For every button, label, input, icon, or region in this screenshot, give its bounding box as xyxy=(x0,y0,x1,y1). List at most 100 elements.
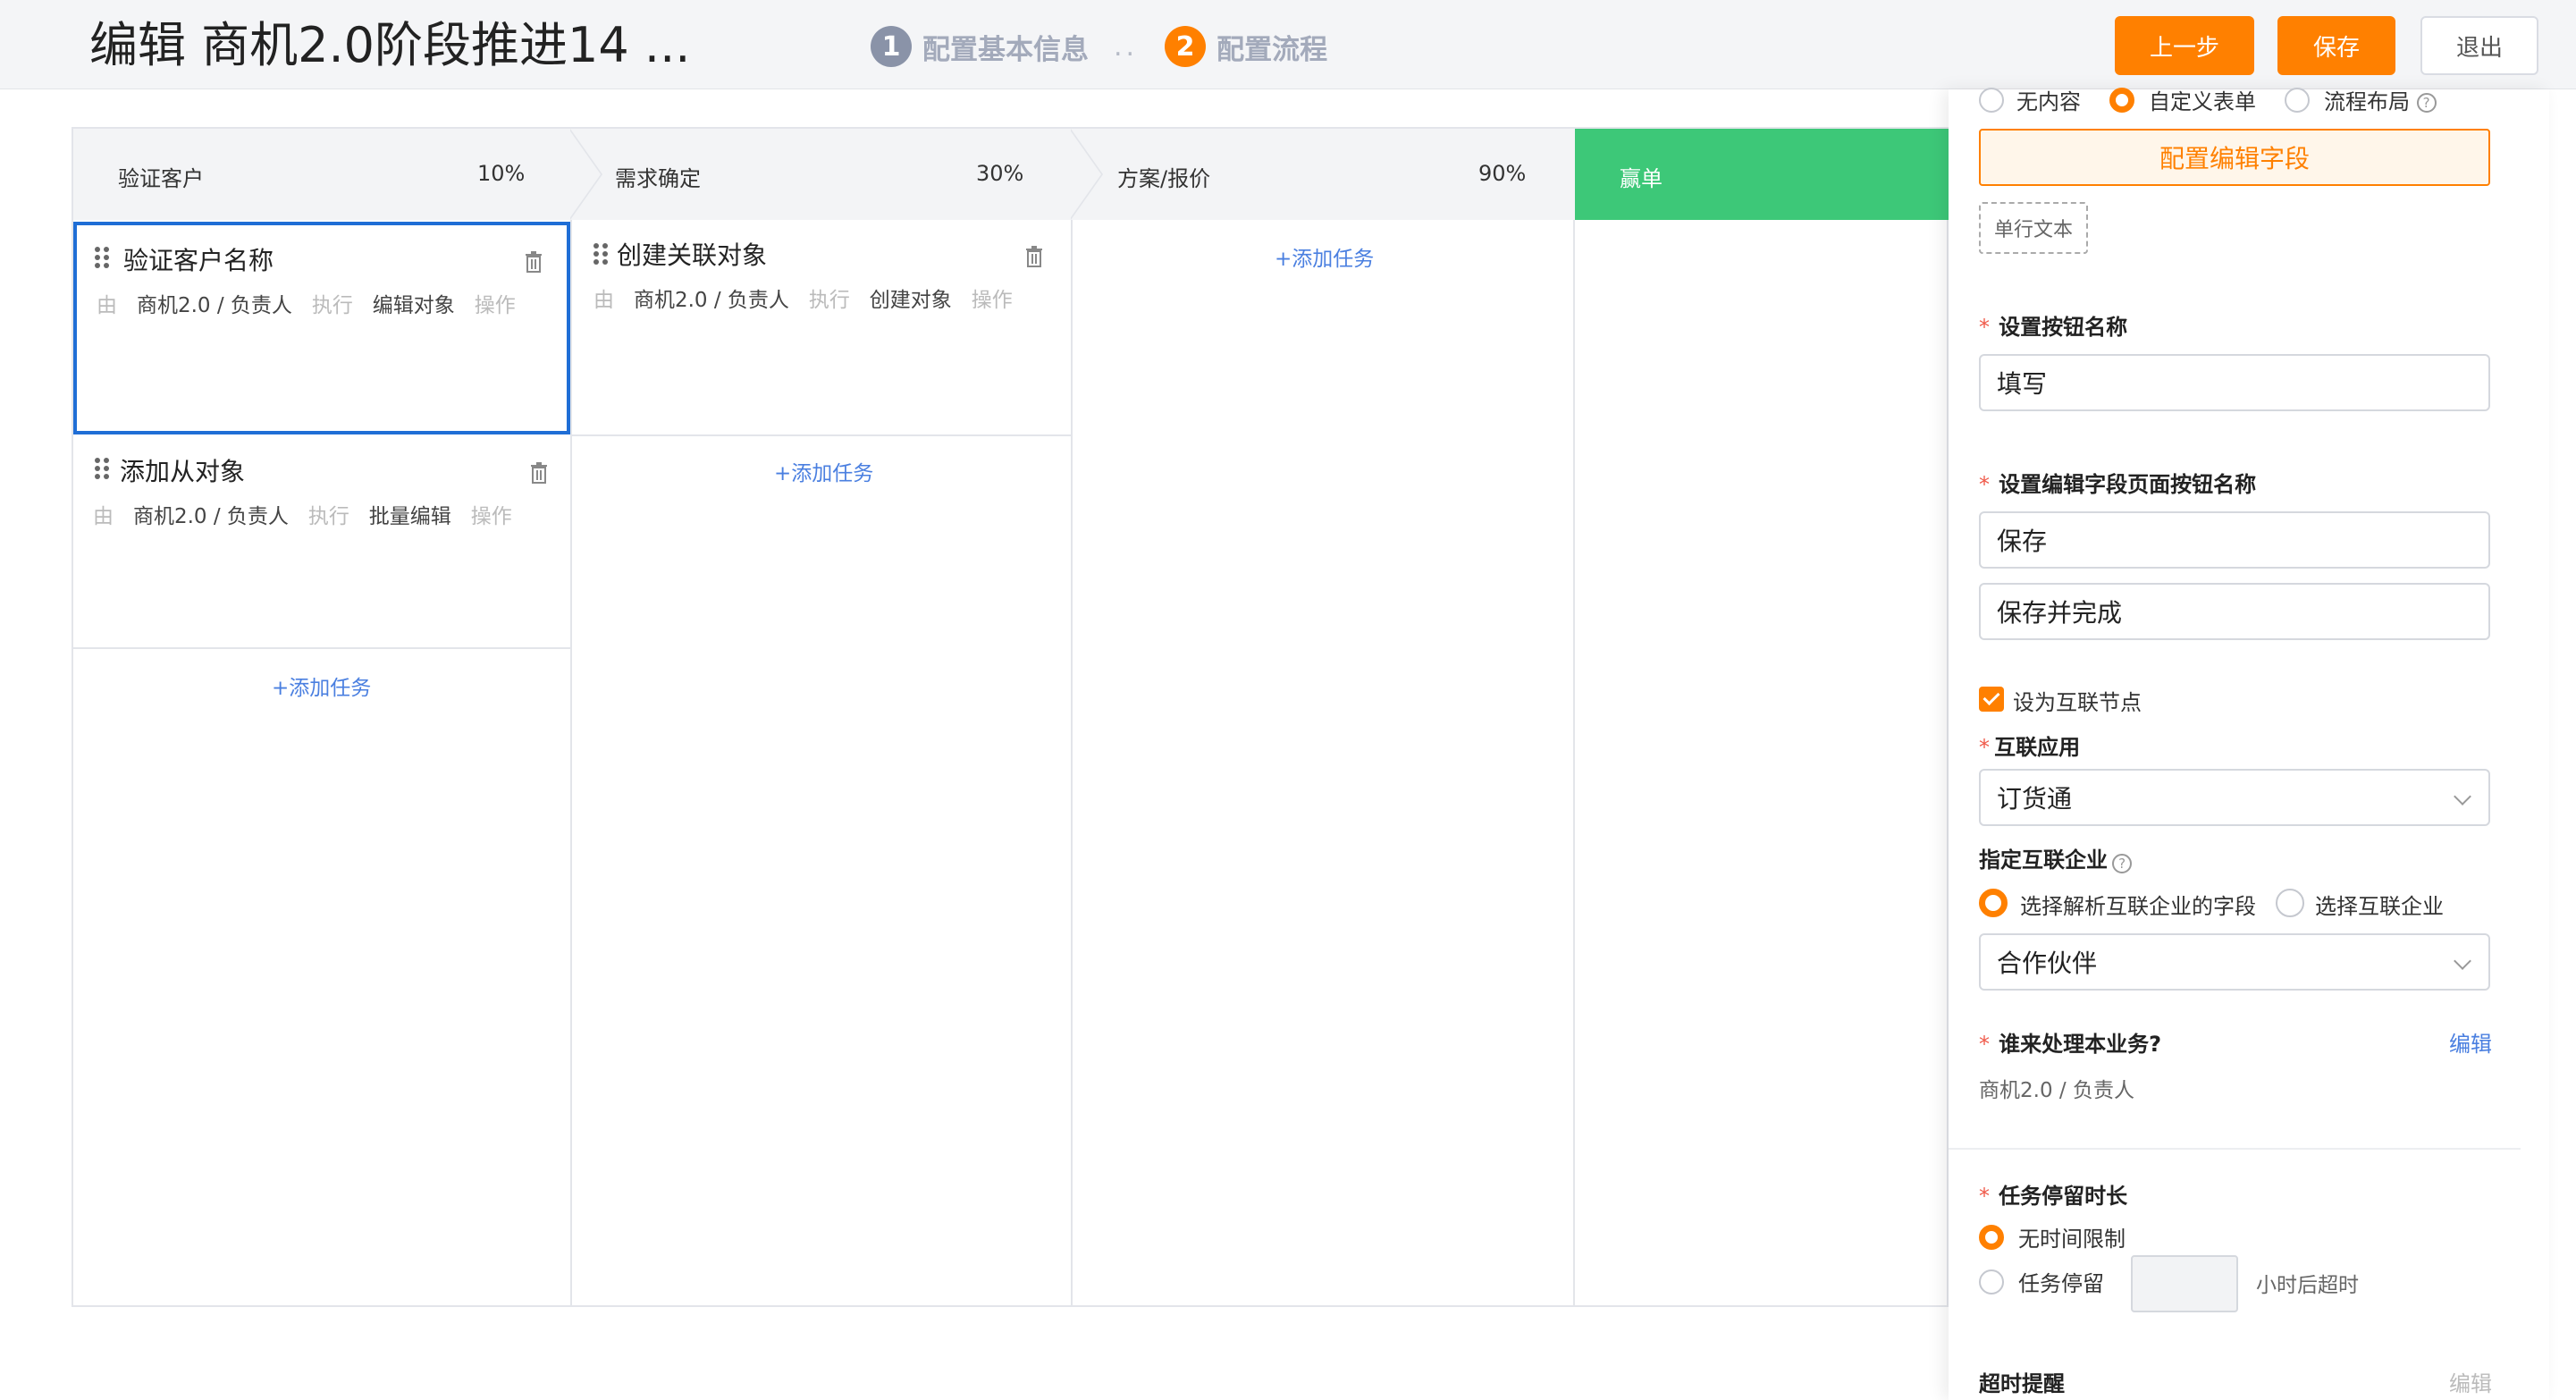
stage-3-percent: 90% xyxy=(1478,161,1527,186)
stage-3-name: 方案/报价 xyxy=(1117,166,1211,191)
step-2-number[interactable]: 2 xyxy=(1165,26,1207,67)
handler-value: 商机2.0 / 负责人 xyxy=(1979,1079,2134,1102)
add-task-link[interactable]: +添加任务 xyxy=(1275,241,1374,272)
required-mark: * xyxy=(1979,1184,1990,1209)
interconnect-app-select[interactable]: 订货通 xyxy=(1979,769,2490,826)
task-action: 编辑对象 xyxy=(372,294,455,317)
handler-edit-link[interactable]: 编辑 xyxy=(2449,1026,2492,1058)
field-tag-single-line-text[interactable]: 单行文本 xyxy=(1979,202,2088,254)
drag-handle-icon[interactable] xyxy=(95,458,111,479)
stage-arrow xyxy=(1069,129,1101,220)
edit-page-buttons-label-row: * 设置编辑字段页面按钮名称 xyxy=(1979,467,2256,498)
exit-button[interactable]: 退出 xyxy=(2420,16,2538,75)
task-by: 由 xyxy=(97,294,117,317)
radio-no-time-limit[interactable] xyxy=(1979,1225,2004,1250)
add-task-link[interactable]: +添加任务 xyxy=(272,670,371,701)
task-title: 添加从对象 xyxy=(120,457,246,486)
radio-task-stay-label: 任务停留 xyxy=(2018,1271,2104,1296)
radio-flow-layout[interactable] xyxy=(2285,88,2310,113)
radio-company-select[interactable] xyxy=(2276,889,2304,917)
chevron-down-icon xyxy=(2454,952,2471,970)
company-field-select[interactable]: 合作伙伴 xyxy=(1979,933,2490,991)
help-icon[interactable]: ? xyxy=(2416,93,2437,113)
prev-step-button[interactable]: 上一步 xyxy=(2115,16,2254,75)
stage-board: 验证客户 10% 需求确定 30% 方案/报价 90% 赢单 验证客户名称 由 … xyxy=(72,127,1950,1307)
drag-handle-icon[interactable] xyxy=(593,243,610,265)
stage-1-name: 验证客户 xyxy=(118,166,204,191)
task-title: 创建关联对象 xyxy=(617,240,768,270)
trash-icon[interactable] xyxy=(1024,245,1044,268)
task-title: 验证客户名称 xyxy=(123,246,274,275)
task-op: 操作 xyxy=(470,505,512,528)
trash-icon[interactable] xyxy=(524,250,543,274)
stage-1-percent: 10% xyxy=(477,161,526,186)
column-divider xyxy=(1573,220,1575,1307)
task-by: 由 xyxy=(93,505,114,528)
timeout-reminder-label: 超时提醒 xyxy=(1979,1371,2065,1396)
help-icon[interactable]: ? xyxy=(2112,853,2133,873)
button-name-label-row: * 设置按钮名称 xyxy=(1979,309,2127,341)
edit-page-buttons-label: 设置编辑字段页面按钮名称 xyxy=(1999,472,2257,497)
config-edit-fields-button[interactable]: 配置编辑字段 xyxy=(1979,129,2490,186)
company-field-value: 合作伙伴 xyxy=(1997,949,2098,978)
stage-2-percent: 30% xyxy=(976,161,1024,186)
task-card-selected[interactable]: 验证客户名称 由 商机2.0 / 负责人 执行 编辑对象 操作 xyxy=(73,222,570,434)
task-card[interactable]: 创建关联对象 由 商机2.0 / 负责人 执行 创建对象 操作 xyxy=(572,222,1071,436)
stay-hours-suffix: 小时后超时 xyxy=(2256,1274,2359,1297)
chevron-down-icon xyxy=(2454,788,2471,805)
interconnect-company-label: 指定互联企业 xyxy=(1979,848,2108,873)
radio-no-content[interactable] xyxy=(1979,88,2004,113)
stay-duration-label-row: * 任务停留时长 xyxy=(1979,1178,2127,1210)
stage-4-name: 赢单 xyxy=(1620,166,1663,191)
task-owner: 商机2.0 / 负责人 xyxy=(132,505,289,528)
edit-page-button-1-input[interactable]: 保存 xyxy=(1979,511,2490,569)
task-meta: 由 商机2.0 / 负责人 执行 创建对象 操作 xyxy=(593,283,1013,313)
stay-hours-input[interactable] xyxy=(2131,1255,2238,1312)
interconnect-app-label-row: * 互联应用 xyxy=(1979,730,2080,761)
radio-custom-form[interactable] xyxy=(2109,88,2134,113)
top-bar: 编辑 商机2.0阶段推进14 ... 1 配置基本信息 .. 2 配置流程 上一… xyxy=(0,0,2576,89)
required-mark: * xyxy=(1979,735,1990,760)
save-button[interactable]: 保存 xyxy=(2277,16,2395,75)
timeout-edit-link[interactable]: 编辑 xyxy=(2449,1366,2492,1397)
radio-company-field-label: 选择解析互联企业的字段 xyxy=(2020,894,2256,919)
task-exec: 执行 xyxy=(307,505,349,528)
radio-flow-layout-label: 流程布局 ? xyxy=(2324,84,2437,115)
add-task-link[interactable]: +添加任务 xyxy=(774,456,873,486)
step-1-number[interactable]: 1 xyxy=(871,26,912,67)
task-exec: 执行 xyxy=(311,294,353,317)
radio-custom-form-label: 自定义表单 xyxy=(2149,89,2256,114)
task-op: 操作 xyxy=(474,294,516,317)
step-indicator: 1 配置基本信息 .. 2 配置流程 xyxy=(871,25,1327,68)
required-mark: * xyxy=(1979,472,1990,497)
divider xyxy=(1949,1148,2521,1150)
required-mark: * xyxy=(1979,315,1990,340)
task-op: 操作 xyxy=(971,289,1013,312)
interconnect-app-value: 订货通 xyxy=(1997,784,2073,814)
trash-icon[interactable] xyxy=(529,461,549,485)
task-config-panel: 无内容 自定义表单 流程布局 ? 配置编辑字段 单行文本 * 设置按钮名称 填写… xyxy=(1949,88,2549,1400)
radio-flow-layout-text: 流程布局 xyxy=(2324,89,2410,114)
task-meta: 由 商机2.0 / 负责人 执行 批量编辑 操作 xyxy=(93,499,512,529)
task-card[interactable]: 添加从对象 由 商机2.0 / 负责人 执行 批量编辑 操作 xyxy=(73,434,570,649)
handler-label: 谁来处理本业务? xyxy=(1999,1032,2162,1057)
edit-page-button-2-input[interactable]: 保存并完成 xyxy=(1979,583,2490,640)
interconnect-node-checkbox[interactable] xyxy=(1979,687,2004,712)
step-1-label[interactable]: 配置基本信息 xyxy=(922,27,1089,67)
interconnect-app-label: 互联应用 xyxy=(1994,735,2081,760)
button-name-input[interactable]: 填写 xyxy=(1979,354,2490,411)
radio-company-select-label: 选择互联企业 xyxy=(2315,894,2444,919)
drag-handle-icon[interactable] xyxy=(95,247,111,268)
radio-no-time-limit-label: 无时间限制 xyxy=(2018,1227,2126,1252)
radio-company-field[interactable] xyxy=(1979,889,2008,917)
step-separator: .. xyxy=(1114,30,1139,63)
column-divider xyxy=(1071,220,1073,1307)
radio-task-stay[interactable] xyxy=(1979,1269,2004,1295)
task-meta: 由 商机2.0 / 负责人 执行 编辑对象 操作 xyxy=(97,288,516,318)
step-2-label[interactable]: 配置流程 xyxy=(1216,27,1327,67)
handler-label-row: * 谁来处理本业务? xyxy=(1979,1026,2161,1058)
interconnect-company-label-row: 指定互联企业 ? xyxy=(1979,842,2133,873)
radio-no-content-label: 无内容 xyxy=(2016,89,2081,114)
required-mark: * xyxy=(1979,1032,1990,1057)
page-title: 编辑 商机2.0阶段推进14 ... xyxy=(89,17,691,73)
